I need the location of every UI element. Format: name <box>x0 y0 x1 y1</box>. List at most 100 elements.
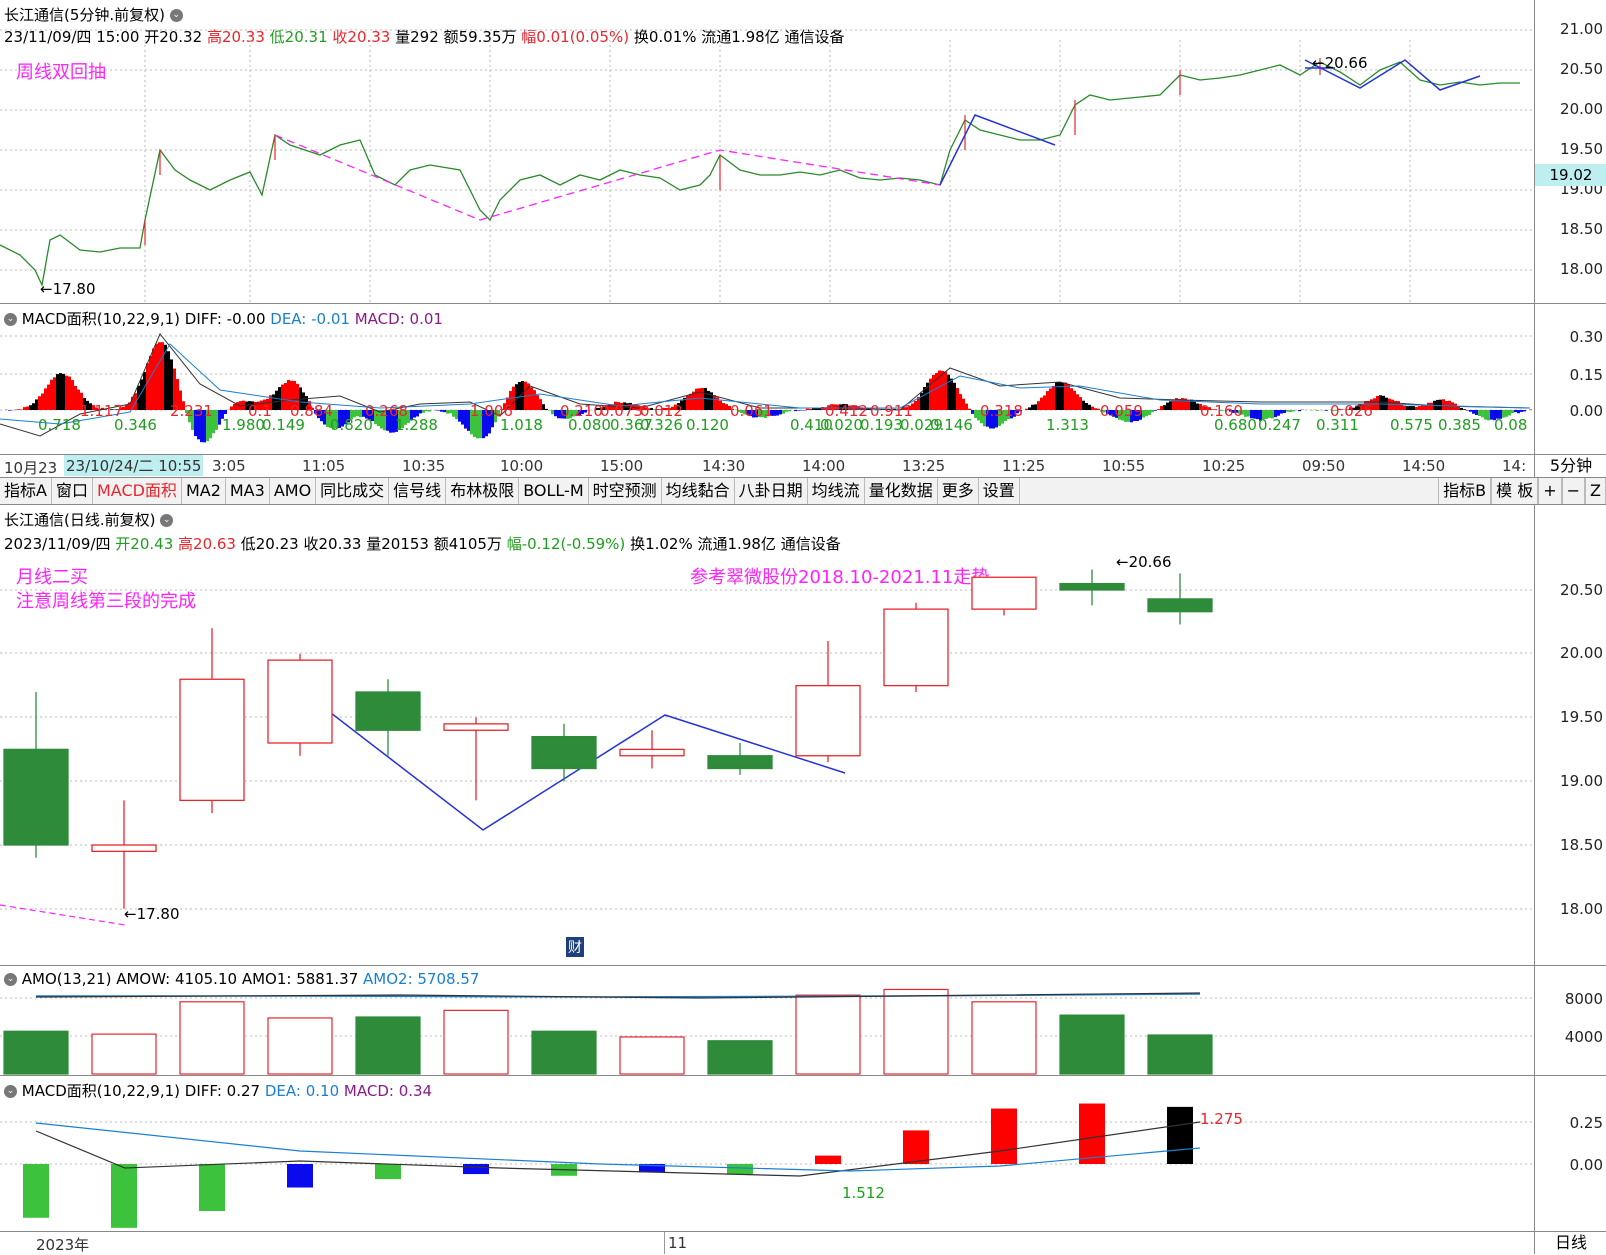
amo-bar <box>708 1041 772 1074</box>
macd5-bar <box>809 409 812 410</box>
macdd-bar <box>991 1109 1017 1164</box>
candle-body <box>972 577 1036 609</box>
macd5-bar <box>554 410 557 416</box>
daily-candle <box>532 724 596 781</box>
macd5-bar <box>26 407 29 410</box>
macd5-bar <box>32 403 35 410</box>
macd5-bar <box>59 373 62 410</box>
intraday-panel[interactable]: 长江通信(5分钟.前复权) ⌄ 23/11/09/四 15:00 开20.32 … <box>0 0 1534 304</box>
y-tick: 8000 <box>1565 990 1603 1008</box>
macd5-bar <box>1166 403 1169 410</box>
macd5-bar <box>143 372 146 410</box>
macd5-bar <box>236 402 239 410</box>
macd5-bar <box>536 395 539 410</box>
macd5-bar <box>944 372 947 410</box>
toolbar-item-8[interactable]: 布林极限 <box>446 478 519 504</box>
macdd-bar <box>903 1130 929 1164</box>
daily-chart[interactable] <box>0 505 1534 965</box>
macd5-bar <box>158 342 161 410</box>
macd5-bar <box>1169 401 1172 410</box>
macd5-bar <box>1409 406 1412 410</box>
macd5-bar <box>1415 407 1418 410</box>
macdd-bar <box>23 1164 49 1218</box>
macd5-bar <box>146 363 149 410</box>
macd5-bar <box>437 410 440 411</box>
toolbar-item-3[interactable]: MA2 <box>182 478 226 504</box>
toolbar-item-0[interactable]: 指标A <box>0 478 52 504</box>
finance-marker[interactable]: 财 <box>566 937 584 957</box>
macd5-green-label: 0.326 <box>640 416 683 434</box>
macd5-bar <box>53 377 56 410</box>
toolbar-item-16[interactable]: 设置 <box>979 478 1020 504</box>
toolbar-item-14[interactable]: 量化数据 <box>865 478 938 504</box>
macd5-chart[interactable]: 1.1172.2310.10.8840.2681.0060.2100.0730.… <box>0 304 1534 454</box>
macd5-bar <box>1418 406 1421 410</box>
macd5-bar <box>1472 410 1475 414</box>
toolbar-item-2[interactable]: MACD面积 <box>93 478 182 504</box>
toolbar-item-7[interactable]: 信号线 <box>389 478 446 504</box>
macd5-bar <box>719 401 722 410</box>
y-tick: 20.50 <box>1560 60 1603 78</box>
candle-body <box>1060 584 1124 590</box>
toolbar-item-12[interactable]: 八卦日期 <box>735 478 808 504</box>
macd5-bar <box>218 410 221 425</box>
macd5-bar <box>1067 384 1070 410</box>
macd5-bar <box>941 371 944 410</box>
macd5-bar <box>1376 396 1379 410</box>
amo-bar <box>796 995 860 1074</box>
macd5-bar <box>1382 396 1385 410</box>
amo-bar <box>444 1010 508 1074</box>
macd5-green-label: 0.247 <box>1258 416 1301 434</box>
toolbar-item-13[interactable]: 均线流 <box>808 478 865 504</box>
macdd-panel[interactable]: ⌄ MACD面积(10,22,9,1) DIFF: 0.27 DEA: 0.10… <box>0 1076 1534 1232</box>
macd5-green-label: 1.980 <box>222 416 265 434</box>
toolbar-item-6[interactable]: 同比成交 <box>316 478 389 504</box>
period-selector-daily[interactable]: 日线 <box>1534 1232 1606 1254</box>
y-tick: 18.00 <box>1560 260 1603 278</box>
macd5-green-label: 0.575 <box>1390 416 1433 434</box>
x-label: 14:00 <box>802 457 845 475</box>
toolbar-item-5[interactable]: AMO <box>270 478 316 504</box>
toolbar-item-15[interactable]: 更多 <box>938 478 979 504</box>
macd5-bar <box>1475 410 1478 415</box>
x-label: 10:35 <box>402 457 445 475</box>
daily-panel[interactable]: 长江通信(日线.前复权) ⌄ 2023/11/09/四 开20.43 高20.6… <box>0 505 1534 966</box>
daily-candle <box>356 679 420 756</box>
amo-chart[interactable] <box>0 966 1534 1075</box>
toolbar-item-10[interactable]: 时空预测 <box>589 478 662 504</box>
macd5-bar <box>74 386 77 410</box>
x-label: 3:05 <box>212 457 246 475</box>
macd5-bar <box>1514 410 1517 412</box>
macd5-bar <box>947 375 950 410</box>
toolbar-right-item-4[interactable]: Z <box>1585 478 1606 504</box>
toolbar-item-11[interactable]: 均线黏合 <box>662 478 735 504</box>
macd5-red-label: 0.061 <box>730 402 773 420</box>
macd5-bar <box>920 393 923 410</box>
toolbar-right-item-1[interactable]: 模 板 <box>1491 478 1538 504</box>
macd5-bar <box>164 345 167 410</box>
amo-bar <box>356 1017 420 1074</box>
macd5-panel[interactable]: ⌄ MACD面积(10,22,9,1) DIFF: -0.00 DEA: -0.… <box>0 304 1534 455</box>
macd5-bar <box>62 374 65 410</box>
indicator-toolbar: 指标A窗口MACD面积MA2MA3AMO同比成交信号线布林极限BOLL-M时空预… <box>0 478 1606 505</box>
macd5-bar <box>1529 409 1532 410</box>
amo-panel[interactable]: ⌄ AMO(13,21) AMOW: 4105.10 AMO1: 5881.37… <box>0 966 1534 1076</box>
macd5-bar <box>38 396 41 410</box>
macd5-gridlines <box>0 336 1534 410</box>
daily-candle <box>708 743 772 775</box>
toolbar-right-item-0[interactable]: 指标B <box>1438 478 1491 504</box>
macd5-bar <box>689 394 692 410</box>
toolbar-item-4[interactable]: MA3 <box>226 478 270 504</box>
intraday-chart[interactable] <box>0 0 1534 303</box>
macd5-bar <box>215 410 218 430</box>
y-tick: 4000 <box>1565 1028 1603 1046</box>
toolbar-item-9[interactable]: BOLL-M <box>519 478 588 504</box>
macd5-bar <box>806 409 809 410</box>
macd5-bar <box>1427 403 1430 410</box>
macd5-bar <box>1076 394 1079 410</box>
period-selector-5min[interactable]: 5分钟 <box>1534 455 1606 478</box>
macdd-chart[interactable] <box>0 1076 1534 1231</box>
toolbar-right-item-2[interactable]: + <box>1538 478 1561 504</box>
toolbar-right-item-3[interactable]: − <box>1562 478 1585 504</box>
toolbar-item-1[interactable]: 窗口 <box>52 478 93 504</box>
